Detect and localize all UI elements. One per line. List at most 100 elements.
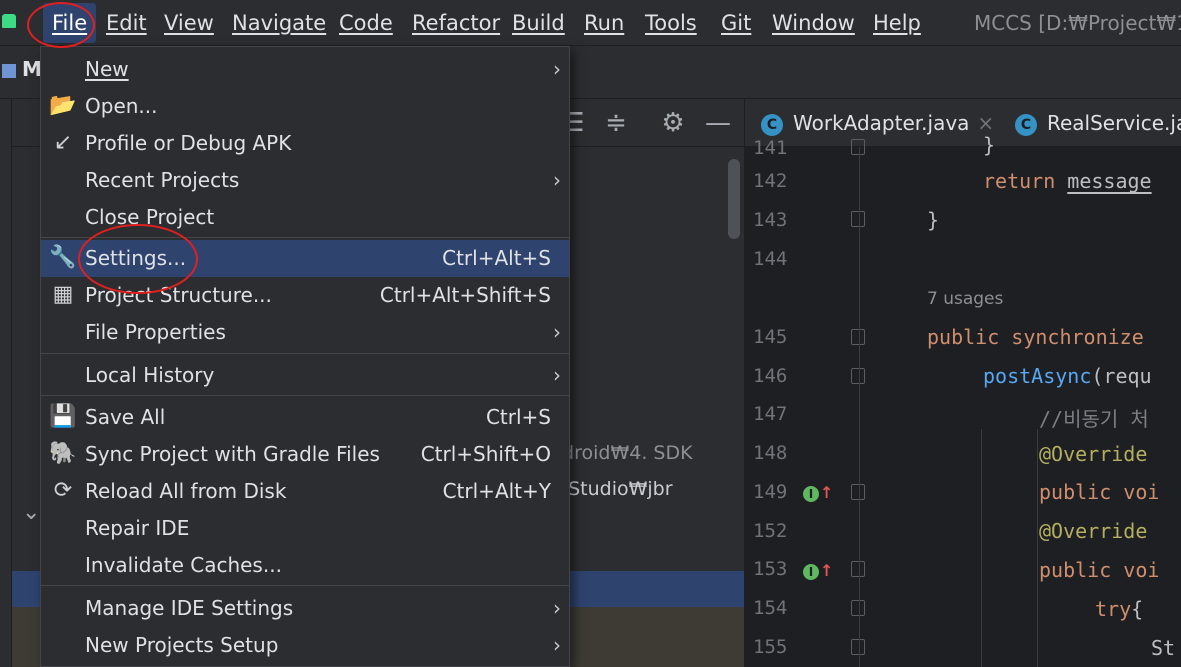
- menu-item-repair-ide[interactable]: Repair IDE: [41, 510, 569, 547]
- fold-marker-icon[interactable]: [851, 329, 865, 345]
- line-number: 142: [753, 170, 788, 192]
- menu-item-reload-from-disk[interactable]: ⟳ Reload All from Disk Ctrl+Alt+Y: [41, 473, 569, 510]
- code-line-143: }: [927, 208, 940, 232]
- menu-bar: File Edit View Navigate Code Refactor Bu…: [0, 0, 1181, 46]
- line-number: 141: [753, 137, 788, 159]
- minimize-icon[interactable]: —: [702, 107, 734, 139]
- project-panel-scrollbar[interactable]: [728, 159, 740, 239]
- code-line-152: @Override: [1039, 519, 1148, 543]
- submenu-arrow-icon: ›: [553, 168, 561, 192]
- line-number: 145: [753, 326, 788, 348]
- gear-icon[interactable]: ⚙: [657, 107, 689, 139]
- code-line-142: return message: [983, 169, 1152, 193]
- tab-realservice[interactable]: CRealService.jav: [1015, 99, 1181, 147]
- code-line-145: public synchronize: [927, 325, 1144, 349]
- code-editor[interactable]: CWorkAdapter.java× CRealService.jav 141 …: [744, 99, 1181, 667]
- indent-guide: [981, 429, 982, 667]
- wrench-icon: 🔧: [49, 245, 77, 270]
- menu-code[interactable]: Code: [339, 0, 393, 46]
- line-number: 154: [753, 597, 788, 619]
- menu-run[interactable]: Run: [584, 0, 624, 46]
- menu-separator: [41, 585, 569, 586]
- menu-build[interactable]: Build: [512, 0, 565, 46]
- line-number: 153: [753, 558, 788, 580]
- line-number: 148: [753, 442, 788, 464]
- fold-expand-icon[interactable]: [851, 484, 865, 500]
- code-line-146: postAsync(requ: [983, 364, 1152, 388]
- menu-tools[interactable]: Tools: [645, 0, 697, 46]
- collapse-all-icon[interactable]: ≑: [600, 107, 632, 139]
- code-line-141: }: [983, 133, 996, 157]
- window-title: MCCS [D:₩Project₩1: [974, 11, 1181, 35]
- submenu-arrow-icon: ›: [553, 596, 561, 620]
- menu-item-new[interactable]: New ›: [41, 51, 569, 88]
- file-menu-dropdown: New › 📂 Open... ↙ Profile or Debug APK R…: [40, 46, 570, 667]
- menu-item-invalidate-caches[interactable]: Invalidate Caches...: [41, 547, 569, 584]
- implements-override-icon[interactable]: I ↑: [803, 483, 833, 502]
- fold-marker-icon[interactable]: [851, 639, 865, 655]
- menu-navigate[interactable]: Navigate: [232, 0, 326, 46]
- menu-help[interactable]: Help: [873, 0, 921, 46]
- fold-marker-icon[interactable]: [851, 561, 865, 577]
- fold-marker-icon[interactable]: [851, 211, 865, 227]
- code-line-149: public voi: [1039, 480, 1160, 504]
- line-number: 147: [753, 403, 788, 425]
- debug-apk-icon: ↙: [53, 130, 73, 155]
- usages-hint[interactable]: 7 usages: [927, 289, 1003, 309]
- menu-item-manage-ide-settings[interactable]: Manage IDE Settings ›: [41, 590, 569, 627]
- shortcut-text: Ctrl+Alt+S: [442, 246, 551, 270]
- project-icon: [2, 64, 16, 78]
- fold-marker-icon[interactable]: [851, 600, 865, 616]
- project-name[interactable]: M: [22, 57, 42, 81]
- line-number-gutter: 141 142 143 144 145 146 147 148 149 152 …: [745, 137, 875, 667]
- reload-icon: ⟳: [53, 478, 73, 503]
- menu-item-save-all[interactable]: 💾 Save All Ctrl+S: [41, 399, 569, 436]
- fold-marker-icon[interactable]: [851, 139, 865, 155]
- code-line-155: St: [1151, 636, 1176, 660]
- project-structure-icon: ▦: [52, 282, 74, 307]
- fold-marker-icon[interactable]: [851, 368, 865, 384]
- line-number: 146: [753, 365, 788, 387]
- menu-separator: [41, 353, 569, 354]
- tab-workadapter[interactable]: C WorkAdapter.java ×: [761, 99, 994, 147]
- android-studio-icon: [2, 14, 16, 28]
- menu-window[interactable]: Window: [772, 0, 855, 46]
- editor-tabs: CWorkAdapter.java× CRealService.jav: [745, 99, 1181, 147]
- line-number: 143: [753, 209, 788, 231]
- code-line-154: try{: [1095, 597, 1144, 621]
- menu-item-sync-gradle[interactable]: 🐘 Sync Project with Gradle Files Ctrl+Sh…: [41, 436, 569, 473]
- code-line-148: @Override: [1039, 442, 1148, 466]
- menu-item-file-properties[interactable]: File Properties ›: [41, 314, 569, 351]
- annotation-circle-file: [27, 2, 95, 48]
- chevron-down-icon[interactable]: ⌄: [22, 500, 40, 525]
- submenu-arrow-icon: ›: [553, 320, 561, 344]
- code-line-147: //비동기 처: [1039, 407, 1149, 431]
- sdk-path-text: ndroid₩4. SDK: [550, 442, 693, 464]
- menu-item-new-projects-setup[interactable]: New Projects Setup ›: [41, 627, 569, 664]
- save-icon: 💾: [49, 404, 77, 429]
- menu-item-recent-projects[interactable]: Recent Projects ›: [41, 162, 569, 199]
- line-number: 144: [753, 248, 788, 270]
- line-number: 155: [753, 636, 788, 658]
- tool-window-strip: [0, 99, 12, 667]
- implements-override-icon[interactable]: I ↑: [803, 561, 833, 580]
- class-icon: C: [761, 113, 783, 136]
- annotation-circle-settings: [78, 224, 198, 294]
- shortcut-text: Ctrl+Shift+O: [420, 442, 551, 466]
- close-icon[interactable]: ×: [977, 111, 994, 135]
- menu-edit[interactable]: Edit: [106, 0, 147, 46]
- line-number: 149: [753, 481, 788, 503]
- menu-item-profile-debug-apk[interactable]: ↙ Profile or Debug APK: [41, 125, 569, 162]
- menu-item-open[interactable]: 📂 Open...: [41, 88, 569, 125]
- indent-guide: [859, 147, 860, 667]
- menu-git[interactable]: Git: [721, 0, 751, 46]
- folder-open-icon: 📂: [49, 93, 77, 118]
- menu-item-local-history[interactable]: Local History ›: [41, 357, 569, 394]
- menu-refactor[interactable]: Refactor: [412, 0, 500, 46]
- gradle-sync-icon: 🐘: [49, 441, 77, 466]
- menu-separator: [41, 395, 569, 396]
- submenu-arrow-icon: ›: [553, 57, 561, 81]
- submenu-arrow-icon: ›: [553, 633, 561, 657]
- menu-view[interactable]: View: [164, 0, 214, 46]
- shortcut-text: Ctrl+Alt+Y: [442, 479, 551, 503]
